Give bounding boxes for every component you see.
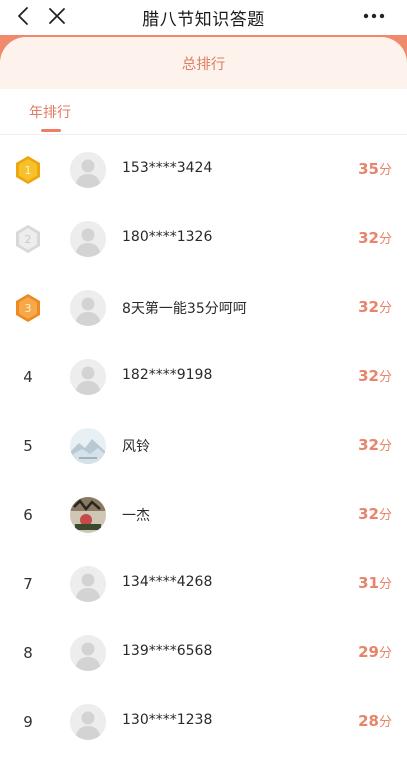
- score-value: 31: [358, 574, 379, 592]
- leaderboard-row[interactable]: 5 风铃 32分: [0, 411, 407, 480]
- score-value: 29: [358, 643, 379, 661]
- score: 32分: [358, 435, 392, 454]
- leaderboard-list: 1 153****3424 35分 2 180****1326 32分 3 8天第一能35分呵…: [0, 135, 407, 756]
- leaderboard-row[interactable]: 6 一杰 32分: [0, 480, 407, 549]
- score-value: 35: [358, 160, 379, 178]
- rank-number: 9: [23, 713, 33, 731]
- score-unit: 分: [378, 370, 392, 385]
- rank-number: 4: [23, 368, 33, 386]
- score: 32分: [358, 504, 392, 523]
- leaderboard-row[interactable]: 8 139****6568 29分: [0, 618, 407, 687]
- score: 32分: [358, 297, 392, 316]
- user-name: 8天第一能35分呵呵: [122, 301, 247, 317]
- score-value: 32: [358, 229, 379, 247]
- rank-number: 6: [23, 506, 33, 524]
- rank-number: 5: [23, 437, 33, 455]
- score-unit: 分: [378, 508, 392, 523]
- score: 31分: [358, 573, 392, 592]
- leaderboard-row[interactable]: 1 153****3424 35分: [0, 135, 407, 204]
- overall-ranking-banner: 总排行: [0, 37, 407, 89]
- user-name: 风铃: [122, 439, 150, 455]
- svg-text:1: 1: [25, 164, 32, 177]
- gold-medal-icon: 1: [16, 156, 40, 184]
- score-unit: 分: [378, 163, 392, 178]
- silver-medal-icon: 2: [16, 225, 40, 253]
- leaderboard-row[interactable]: 7 134****4268 31分: [0, 549, 407, 618]
- score-value: 32: [358, 367, 379, 385]
- user-name: 180****1326: [122, 229, 213, 245]
- leaderboard-row[interactable]: 4 182****9198 32分: [0, 342, 407, 411]
- score: 29分: [358, 642, 392, 661]
- score-unit: 分: [378, 646, 392, 661]
- user-name: 130****1238: [122, 712, 213, 728]
- nav-bar: 腊八节知识答题: [0, 0, 407, 33]
- score: 32分: [358, 366, 392, 385]
- score-value: 28: [358, 712, 379, 730]
- score: 32分: [358, 228, 392, 247]
- score-value: 32: [358, 505, 379, 523]
- score-value: 32: [358, 436, 379, 454]
- banner-label: 总排行: [181, 57, 226, 73]
- score-unit: 分: [378, 577, 392, 592]
- user-name: 一杰: [122, 508, 150, 524]
- active-tab-indicator: [41, 129, 61, 132]
- score-unit: 分: [378, 232, 392, 247]
- avatar[interactable]: [70, 704, 106, 740]
- avatar[interactable]: [70, 152, 106, 188]
- tab-yearly-ranking[interactable]: 年排行: [29, 102, 71, 122]
- score-unit: 分: [378, 715, 392, 730]
- score: 35分: [358, 159, 392, 178]
- score-unit: 分: [378, 439, 392, 454]
- user-name: 153****3424: [122, 160, 213, 176]
- more-options-icon[interactable]: [363, 7, 385, 25]
- svg-text:3: 3: [25, 302, 32, 315]
- bronze-medal-icon: 3: [16, 294, 40, 322]
- avatar[interactable]: [70, 221, 106, 257]
- ranking-tabs: 年排行: [0, 89, 407, 135]
- leaderboard-row[interactable]: 2 180****1326 32分: [0, 204, 407, 273]
- avatar[interactable]: [70, 635, 106, 671]
- rank-number: 7: [23, 575, 33, 593]
- avatar[interactable]: [70, 428, 106, 464]
- page-title: 腊八节知识答题: [142, 10, 265, 30]
- rank-number: 8: [23, 644, 33, 662]
- avatar[interactable]: [70, 497, 106, 533]
- svg-text:2: 2: [25, 233, 32, 246]
- user-name: 134****4268: [122, 574, 213, 590]
- score-value: 32: [358, 298, 379, 316]
- avatar[interactable]: [70, 359, 106, 395]
- user-name: 182****9198: [122, 367, 213, 383]
- score-unit: 分: [378, 301, 392, 316]
- leaderboard-row[interactable]: 3 8天第一能35分呵呵 32分: [0, 273, 407, 342]
- avatar[interactable]: [70, 290, 106, 326]
- user-name: 139****6568: [122, 643, 213, 659]
- score: 28分: [358, 711, 392, 730]
- leaderboard-row[interactable]: 9 130****1238 28分: [0, 687, 407, 756]
- avatar[interactable]: [70, 566, 106, 602]
